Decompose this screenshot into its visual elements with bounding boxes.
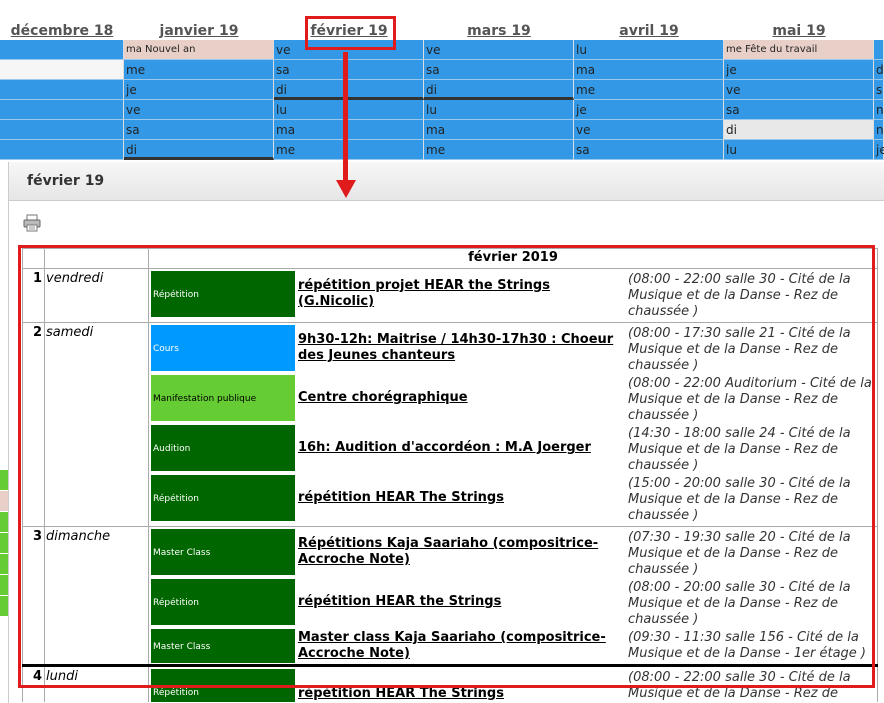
grid-cell[interactable]: di (424, 80, 574, 100)
highlight-box-events-table (18, 245, 875, 688)
grid-cell[interactable]: ma (424, 120, 574, 140)
grid-cell[interactable] (0, 60, 124, 80)
popup-title: février 19 (9, 162, 884, 201)
grid-cell[interactable] (0, 120, 124, 140)
grid-cell[interactable]: ve (424, 40, 574, 60)
grid-cell-holiday[interactable]: ma Nouvel an (124, 40, 274, 60)
grid-cell[interactable]: me (574, 80, 724, 100)
grid-cell[interactable] (0, 140, 124, 160)
grid-cell[interactable]: ve (124, 100, 274, 120)
calendar-grid: ma Nouvel an ve ve lu me Fête du travail… (0, 40, 884, 160)
month-header: décembre 18 janvier 19 février 19 mars 1… (0, 0, 884, 40)
grid-cell[interactable]: sa (124, 120, 274, 140)
grid-cell[interactable]: lu (274, 100, 424, 120)
month-link-december[interactable]: décembre 18 (0, 22, 124, 40)
grid-cell[interactable]: ve (574, 120, 724, 140)
highlight-box-february-link (305, 16, 396, 50)
grid-cell[interactable]: sa (724, 100, 874, 120)
grid-cell[interactable]: je (124, 80, 274, 100)
grid-cell-holiday[interactable]: me Fête du travail (724, 40, 874, 60)
month-link-may[interactable]: mai 19 (724, 22, 874, 40)
grid-cell[interactable]: je (574, 100, 724, 120)
grid-cell[interactable]: ma (574, 60, 724, 80)
grid-cell[interactable]: di (724, 120, 874, 140)
left-strip (0, 470, 8, 650)
grid-cell[interactable]: lu (574, 40, 724, 60)
grid-cell[interactable]: n (874, 120, 884, 140)
event-title-link[interactable]: répétition HEAR The Strings (298, 686, 628, 702)
grid-cell[interactable]: sa (424, 60, 574, 80)
month-link-april[interactable]: avril 19 (574, 22, 724, 40)
grid-cell[interactable]: ma (274, 120, 424, 140)
grid-cell[interactable]: je (724, 60, 874, 80)
grid-cell[interactable]: me (124, 60, 274, 80)
grid-cell[interactable]: d (874, 60, 884, 80)
grid-cell[interactable]: lu (724, 140, 874, 160)
annotation-arrow-line (343, 52, 348, 182)
grid-cell[interactable] (0, 40, 124, 60)
printer-icon[interactable] (23, 214, 41, 232)
grid-cell[interactable]: n (874, 100, 884, 120)
grid-cell[interactable] (874, 40, 884, 60)
grid-cell[interactable]: je (874, 140, 884, 160)
grid-cell[interactable]: lu (424, 100, 574, 120)
grid-cell[interactable]: sa (574, 140, 724, 160)
grid-cell[interactable]: di (124, 140, 274, 160)
grid-cell[interactable] (0, 100, 124, 120)
arrow-down-icon (336, 180, 356, 198)
month-link-january[interactable]: janvier 19 (124, 22, 274, 40)
grid-cell[interactable]: ve (724, 80, 874, 100)
grid-cell[interactable] (0, 80, 124, 100)
grid-cell[interactable]: me (274, 140, 424, 160)
grid-cell[interactable]: sa (274, 60, 424, 80)
month-link-march[interactable]: mars 19 (424, 22, 574, 40)
grid-cell[interactable]: s (874, 80, 884, 100)
grid-cell[interactable]: di (274, 80, 424, 100)
grid-cell[interactable]: me (424, 140, 574, 160)
